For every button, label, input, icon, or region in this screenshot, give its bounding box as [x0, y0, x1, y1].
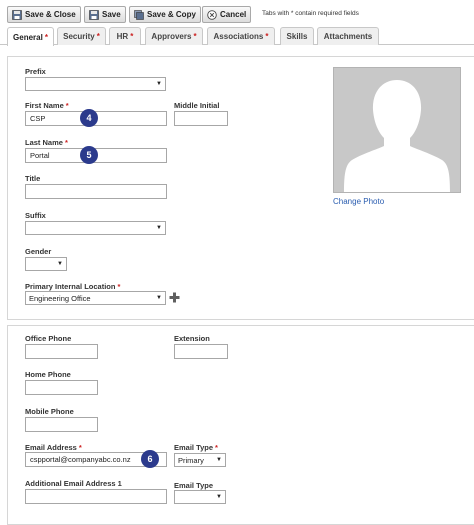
tab-label: Attachments — [323, 32, 373, 41]
first-name-label: First Name * — [25, 101, 69, 110]
chevron-down-icon: ▼ — [156, 225, 162, 231]
gender-label: Gender — [25, 247, 52, 256]
save-close-button[interactable]: Save & Close — [7, 6, 81, 23]
cancel-icon — [207, 9, 217, 20]
location-value: Engineering Office — [29, 293, 91, 303]
email-type-value: Primary — [178, 455, 204, 465]
extension-input[interactable] — [174, 344, 228, 359]
tab-label: HR — [116, 32, 129, 41]
save-copy-button[interactable]: Save & Copy — [129, 6, 201, 23]
additional-email-input[interactable] — [25, 489, 167, 504]
tab-label: Approvers — [151, 32, 192, 41]
chevron-down-icon: ▼ — [216, 494, 222, 500]
required-star: * — [65, 101, 69, 110]
add-location-icon[interactable] — [169, 292, 180, 303]
callout-badge-4: 4 — [80, 109, 98, 127]
tab-skills[interactable]: Skills — [280, 27, 314, 45]
suffix-select[interactable]: ▼ — [25, 221, 166, 235]
required-star: * — [44, 32, 48, 42]
mobile-phone-label: Mobile Phone — [25, 407, 74, 416]
last-name-label: Last Name * — [25, 138, 68, 147]
required-star: * — [193, 32, 197, 41]
change-photo-link[interactable]: Change Photo — [333, 197, 384, 206]
tab-approvers[interactable]: Approvers * — [145, 27, 203, 45]
last-name-label-text: Last Name — [25, 138, 63, 147]
tab-security[interactable]: Security * — [57, 27, 106, 45]
extension-label: Extension — [174, 334, 210, 343]
person-silhouette-icon — [334, 68, 460, 192]
home-phone-label: Home Phone — [25, 370, 71, 379]
title-label: Title — [25, 174, 41, 183]
tab-label: General — [13, 32, 43, 42]
email-type-label: Email Type * — [174, 443, 218, 452]
callout-badge-6: 6 — [141, 450, 159, 468]
prefix-select[interactable]: ▼ — [25, 77, 166, 91]
chevron-down-icon: ▼ — [57, 261, 63, 267]
chevron-down-icon: ▼ — [216, 457, 222, 463]
profile-photo — [333, 67, 461, 193]
save-label: Save — [102, 10, 121, 19]
callout-badge-5: 5 — [80, 146, 98, 164]
prefix-label: Prefix — [25, 67, 46, 76]
location-label-text: Primary Internal Location — [25, 282, 116, 291]
email-type-label-text: Email Type — [174, 443, 214, 452]
suffix-label: Suffix — [25, 211, 46, 220]
tab-label: Associations — [213, 32, 264, 41]
tab-general[interactable]: General * — [7, 27, 54, 46]
additional-email-label: Additional Email Address 1 — [25, 479, 122, 488]
save-copy-icon — [134, 9, 144, 20]
required-star: * — [78, 443, 82, 452]
cancel-button[interactable]: Cancel — [202, 6, 252, 23]
save-close-label: Save & Close — [25, 10, 76, 19]
required-star: * — [117, 282, 121, 291]
first-name-label-text: First Name — [25, 101, 64, 110]
cancel-label: Cancel — [220, 10, 247, 19]
tab-label: Skills — [286, 32, 308, 41]
middle-initial-label: Middle Initial — [174, 101, 220, 110]
tab-attachments[interactable]: Attachments — [317, 27, 379, 45]
middle-initial-input[interactable] — [174, 111, 228, 126]
home-phone-input[interactable] — [25, 380, 98, 395]
chevron-down-icon: ▼ — [156, 295, 162, 301]
save-button[interactable]: Save — [84, 6, 126, 23]
email-type2-label: Email Type — [174, 481, 214, 490]
office-phone-label: Office Phone — [25, 334, 72, 343]
required-fields-note: Tabs with * contain required fields — [262, 10, 359, 17]
required-star: * — [96, 32, 100, 41]
email-label: Email Address * — [25, 443, 82, 452]
office-phone-input[interactable] — [25, 344, 98, 359]
save-copy-label: Save & Copy — [147, 10, 196, 19]
email-type2-select[interactable]: ▼ — [174, 490, 226, 504]
tab-associations[interactable]: Associations * — [207, 27, 275, 45]
required-star: * — [265, 32, 269, 41]
required-star: * — [130, 32, 134, 41]
location-select[interactable]: Engineering Office ▼ — [25, 291, 166, 305]
title-input[interactable] — [25, 184, 167, 199]
gender-select[interactable]: ▼ — [25, 257, 67, 271]
tab-label: Security — [63, 32, 95, 41]
chevron-down-icon: ▼ — [156, 81, 162, 87]
mobile-phone-input[interactable] — [25, 417, 98, 432]
location-label: Primary Internal Location * — [25, 282, 120, 291]
required-star: * — [64, 138, 68, 147]
save-icon — [89, 9, 99, 20]
save-close-icon — [12, 9, 22, 20]
email-type-select[interactable]: Primary ▼ — [174, 453, 226, 467]
tab-hr[interactable]: HR * — [109, 27, 141, 45]
email-label-text: Email Address — [25, 443, 77, 452]
required-star: * — [215, 443, 218, 452]
